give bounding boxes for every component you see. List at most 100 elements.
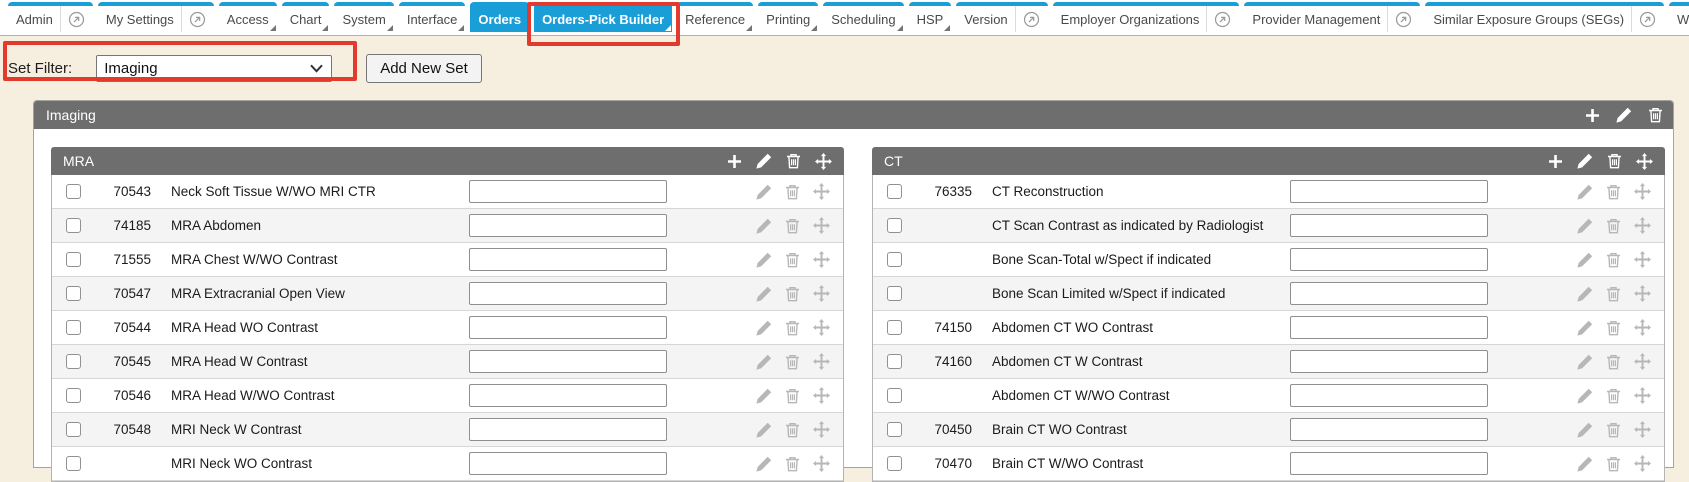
row-checkbox[interactable] <box>887 218 902 233</box>
row-text-input[interactable] <box>469 418 667 441</box>
edit-icon[interactable] <box>756 153 772 169</box>
tab-provider-management[interactable]: Provider Management <box>1244 2 1420 32</box>
edit-icon[interactable] <box>1577 388 1593 404</box>
open-new-window-icon[interactable] <box>181 6 206 32</box>
delete-icon[interactable] <box>785 388 800 404</box>
move-icon[interactable] <box>1634 319 1651 336</box>
row-checkbox[interactable] <box>66 252 81 267</box>
delete-icon[interactable] <box>1606 286 1621 302</box>
open-new-window-icon[interactable] <box>60 6 85 32</box>
delete-icon[interactable] <box>785 354 800 370</box>
delete-icon[interactable] <box>1606 184 1621 200</box>
row-checkbox[interactable] <box>66 184 81 199</box>
move-icon[interactable] <box>813 285 830 302</box>
add-icon[interactable] <box>1548 154 1563 169</box>
row-text-input[interactable] <box>469 350 667 373</box>
row-text-input[interactable] <box>1290 316 1488 339</box>
move-icon[interactable] <box>813 421 830 438</box>
tab-printing[interactable]: Printing <box>758 2 818 32</box>
edit-icon[interactable] <box>1577 354 1593 370</box>
edit-icon[interactable] <box>756 388 772 404</box>
delete-icon[interactable] <box>785 422 800 438</box>
row-text-input[interactable] <box>469 384 667 407</box>
row-checkbox[interactable] <box>66 286 81 301</box>
row-text-input[interactable] <box>1290 384 1488 407</box>
move-icon[interactable] <box>1634 217 1651 234</box>
move-icon[interactable] <box>813 353 830 370</box>
row-checkbox[interactable] <box>887 456 902 471</box>
edit-icon[interactable] <box>756 252 772 268</box>
delete-icon[interactable] <box>1606 218 1621 234</box>
tab-hsp[interactable]: HSP <box>909 2 952 32</box>
row-checkbox[interactable] <box>66 354 81 369</box>
edit-icon[interactable] <box>1577 184 1593 200</box>
edit-icon[interactable] <box>1577 320 1593 336</box>
tab-chart[interactable]: Chart <box>282 2 330 32</box>
move-icon[interactable] <box>1634 353 1651 370</box>
tab-scheduling[interactable]: Scheduling <box>823 2 903 32</box>
row-text-input[interactable] <box>1290 452 1488 475</box>
delete-icon[interactable] <box>785 218 800 234</box>
open-new-window-icon[interactable] <box>1631 6 1656 32</box>
tab-admin[interactable]: Admin <box>8 2 93 32</box>
row-text-input[interactable] <box>469 248 667 271</box>
move-icon[interactable] <box>813 319 830 336</box>
tab-orders[interactable]: Orders <box>470 2 529 32</box>
delete-icon[interactable] <box>1606 354 1621 370</box>
edit-icon[interactable] <box>756 184 772 200</box>
move-icon[interactable] <box>815 153 832 170</box>
row-text-input[interactable] <box>1290 248 1488 271</box>
delete-icon[interactable] <box>1606 388 1621 404</box>
edit-icon[interactable] <box>1577 252 1593 268</box>
row-text-input[interactable] <box>469 282 667 305</box>
edit-icon[interactable] <box>756 286 772 302</box>
delete-icon[interactable] <box>1606 422 1621 438</box>
delete-icon[interactable] <box>785 320 800 336</box>
delete-icon[interactable] <box>785 252 800 268</box>
row-checkbox[interactable] <box>66 218 81 233</box>
add-icon[interactable] <box>727 154 742 169</box>
row-checkbox[interactable] <box>66 320 81 335</box>
delete-icon[interactable] <box>1606 252 1621 268</box>
edit-icon[interactable] <box>756 422 772 438</box>
row-checkbox[interactable] <box>887 252 902 267</box>
row-checkbox[interactable] <box>887 388 902 403</box>
row-text-input[interactable] <box>469 316 667 339</box>
open-new-window-icon[interactable] <box>1387 6 1412 32</box>
edit-icon[interactable] <box>1577 218 1593 234</box>
tab-reference[interactable]: Reference <box>677 2 753 32</box>
edit-icon[interactable] <box>1577 286 1593 302</box>
tab-similar-exposure-groups-segs[interactable]: Similar Exposure Groups (SEGs) <box>1425 2 1664 32</box>
row-checkbox[interactable] <box>66 456 81 471</box>
move-icon[interactable] <box>1634 183 1651 200</box>
edit-icon[interactable] <box>756 218 772 234</box>
delete-icon[interactable] <box>1607 153 1622 169</box>
row-text-input[interactable] <box>469 452 667 475</box>
move-icon[interactable] <box>1634 421 1651 438</box>
move-icon[interactable] <box>813 183 830 200</box>
row-checkbox[interactable] <box>887 286 902 301</box>
move-icon[interactable] <box>1634 387 1651 404</box>
row-text-input[interactable] <box>469 214 667 237</box>
delete-icon[interactable] <box>786 153 801 169</box>
set-filter-dropdown[interactable]: Imaging <box>96 55 332 82</box>
tab-work[interactable]: Work <box>1669 2 1689 32</box>
tab-employer-organizations[interactable]: Employer Organizations <box>1053 2 1240 32</box>
row-checkbox[interactable] <box>887 422 902 437</box>
row-text-input[interactable] <box>1290 418 1488 441</box>
row-text-input[interactable] <box>469 180 667 203</box>
edit-icon[interactable] <box>1577 153 1593 169</box>
tab-version[interactable]: Version <box>956 2 1047 32</box>
delete-icon[interactable] <box>1648 107 1663 123</box>
add-icon[interactable] <box>1585 108 1600 123</box>
delete-icon[interactable] <box>785 184 800 200</box>
tab-system[interactable]: System <box>334 2 393 32</box>
row-text-input[interactable] <box>1290 180 1488 203</box>
row-checkbox[interactable] <box>66 388 81 403</box>
move-icon[interactable] <box>813 251 830 268</box>
tab-my-settings[interactable]: My Settings <box>98 2 214 32</box>
move-icon[interactable] <box>1634 285 1651 302</box>
delete-icon[interactable] <box>1606 320 1621 336</box>
move-icon[interactable] <box>1634 251 1651 268</box>
row-text-input[interactable] <box>1290 282 1488 305</box>
